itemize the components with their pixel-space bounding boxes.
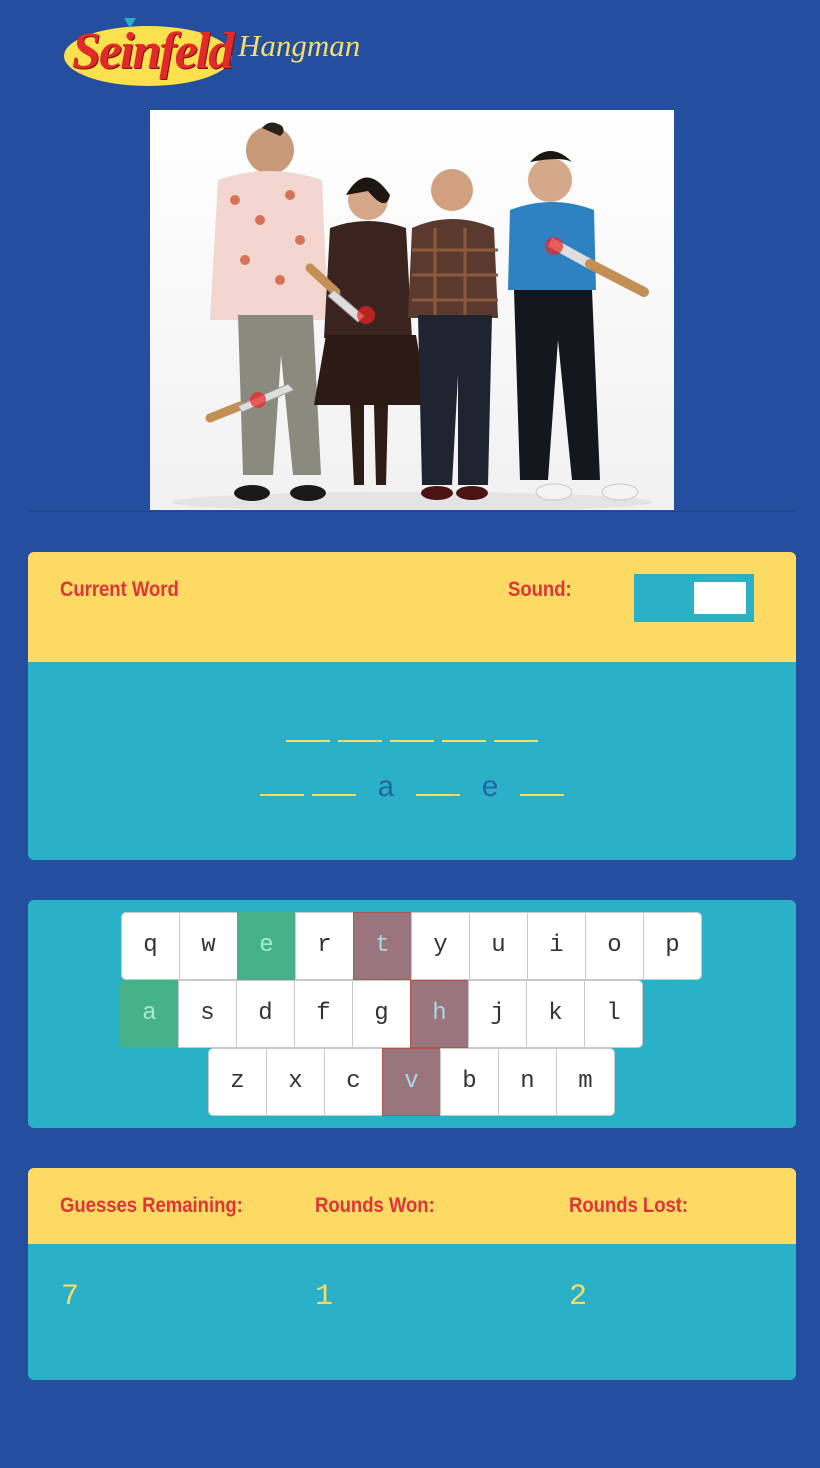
rounds-won-label: Rounds Won: (315, 1194, 435, 1217)
key-l[interactable]: l (584, 980, 643, 1048)
rounds-won-value: 1 (315, 1280, 334, 1314)
key-h[interactable]: h (410, 980, 469, 1048)
key-m[interactable]: m (556, 1048, 615, 1116)
key-t[interactable]: t (353, 912, 412, 980)
blank-letter-slot (494, 702, 538, 742)
rounds-lost-value: 2 (569, 1280, 588, 1314)
key-i[interactable]: i (527, 912, 586, 980)
word-row-1 (28, 702, 796, 752)
sound-toggle-knob (694, 582, 746, 614)
guesses-remaining-label: Guesses Remaining: (60, 1194, 243, 1217)
logo-seinfeld-text: Seinfeld (72, 23, 234, 80)
key-e[interactable]: e (237, 912, 296, 980)
keyboard-row-3: zxcvbnm (28, 1048, 796, 1116)
rounds-lost-label: Rounds Lost: (569, 1194, 689, 1217)
revealed-letter: a (376, 772, 395, 806)
key-a[interactable]: a (120, 980, 179, 1048)
blank-letter-slot (390, 702, 434, 742)
key-n[interactable]: n (498, 1048, 557, 1116)
logo-hangman-text: Hangman (238, 28, 361, 63)
blank-letter-slot (442, 702, 486, 742)
key-w[interactable]: w (179, 912, 238, 980)
key-v[interactable]: v (382, 1048, 441, 1116)
key-p[interactable]: p (643, 912, 702, 980)
key-z[interactable]: z (208, 1048, 267, 1116)
blank-letter-slot (312, 756, 356, 796)
blank-letter-slot (260, 756, 304, 796)
stats-header: Guesses Remaining: Rounds Won: Rounds Lo… (28, 1168, 796, 1244)
key-g[interactable]: g (352, 980, 411, 1048)
current-word-title: Current Word (60, 578, 179, 601)
key-k[interactable]: k (526, 980, 585, 1048)
keyboard-panel: qwertyuiop asdfghjkl zxcvbnm (28, 900, 796, 1128)
figure-3 (408, 169, 498, 500)
blank-letter-slot (338, 702, 382, 742)
key-x[interactable]: x (266, 1048, 325, 1116)
key-b[interactable]: b (440, 1048, 499, 1116)
app-logo: Seinfeld Hangman (62, 12, 362, 92)
blank-letter-slot (286, 702, 330, 742)
key-u[interactable]: u (469, 912, 528, 980)
current-word-panel: Current Word Sound: ae (28, 552, 796, 860)
stats-panel: Guesses Remaining: Rounds Won: Rounds Lo… (28, 1168, 796, 1380)
key-f[interactable]: f (294, 980, 353, 1048)
current-word-header: Current Word Sound: (28, 552, 796, 662)
figure-4 (508, 151, 639, 501)
header-divider (28, 511, 796, 512)
key-r[interactable]: r (295, 912, 354, 980)
cast-hangman-image (150, 110, 674, 510)
key-c[interactable]: c (324, 1048, 383, 1116)
sound-label: Sound: (508, 578, 572, 601)
word-row-2: ae (28, 756, 796, 809)
figure-1 (210, 122, 328, 501)
key-q[interactable]: q (121, 912, 180, 980)
revealed-letter: e (480, 772, 499, 806)
guesses-remaining-value: 7 (61, 1280, 80, 1314)
sound-toggle[interactable] (634, 574, 754, 622)
key-d[interactable]: d (236, 980, 295, 1048)
figure-2 (314, 177, 428, 485)
key-j[interactable]: j (468, 980, 527, 1048)
key-o[interactable]: o (585, 912, 644, 980)
keyboard-row-2: asdfghjkl (28, 980, 766, 1048)
blank-letter-slot (416, 756, 460, 796)
blank-letter-slot (520, 756, 564, 796)
key-s[interactable]: s (178, 980, 237, 1048)
key-y[interactable]: y (411, 912, 470, 980)
keyboard-row-1: qwertyuiop (28, 912, 796, 980)
